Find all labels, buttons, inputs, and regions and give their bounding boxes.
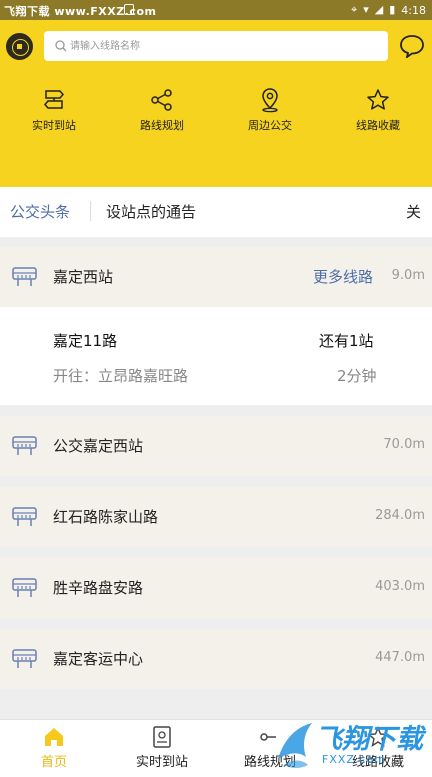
- quick-route-plan-label: 路线规划: [140, 119, 184, 132]
- station-distance: 403.0m: [375, 579, 425, 594]
- tab-home[interactable]: 首页: [0, 720, 108, 777]
- station-distance: 9.0m: [391, 268, 425, 283]
- status-bar: 飞翔下载 www.FXXZ.com ⌖ ▾ ◢ ▮ 4:18: [0, 0, 432, 20]
- chat-bubble-icon[interactable]: [399, 34, 425, 58]
- quick-actions: 实时到站 路线规划 周边公交 线路收藏: [0, 84, 432, 144]
- star-icon: [367, 89, 389, 110]
- quick-favorites[interactable]: 线路收藏: [324, 84, 432, 144]
- status-icons: ⌖ ▾ ◢ ▮ 4:18: [351, 2, 426, 18]
- bus-stop-icon: [12, 578, 37, 597]
- bus-stop-icon: [12, 507, 37, 526]
- station-name: 红石路陈家山路: [53, 508, 159, 526]
- notification-icon: [124, 4, 134, 15]
- bus-stop-icon: [12, 267, 37, 286]
- watermark-logo: 飞翔下载 FXXZ.com: [270, 715, 432, 777]
- signal-icon: ◢: [374, 3, 384, 16]
- nearest-station-row[interactable]: 嘉定西站 更多线路 9.0m: [0, 247, 432, 307]
- quick-realtime[interactable]: 实时到站: [0, 84, 108, 144]
- quick-favorites-label: 线路收藏: [356, 119, 400, 132]
- news-text[interactable]: 设站点的通告: [106, 201, 196, 222]
- bus-stop-icon: [12, 649, 37, 668]
- bus-stop-card-icon: [153, 726, 171, 748]
- news-divider: [90, 201, 91, 221]
- search-icon: [55, 40, 67, 52]
- watermark-text: 飞翔下载: [315, 724, 423, 755]
- route-share-icon: [151, 89, 172, 111]
- line-name: 嘉定11路: [53, 332, 118, 350]
- search-box[interactable]: [44, 31, 388, 61]
- signpost-icon: [44, 90, 64, 109]
- stops-remaining: 还有1站: [319, 332, 374, 350]
- more-lines-link[interactable]: 更多线路: [313, 266, 373, 287]
- tab-realtime[interactable]: 实时到站: [108, 720, 216, 777]
- station-name: 嘉定西站: [53, 268, 114, 286]
- arrival-time: 2分钟: [337, 367, 377, 385]
- station-name: 胜辛路盘安路: [53, 579, 144, 597]
- quick-nearby-label: 周边公交: [248, 119, 292, 132]
- station-distance: 447.0m: [375, 650, 425, 665]
- battery-icon: ▮: [389, 3, 396, 16]
- news-tag: 公交头条: [10, 203, 71, 221]
- station-name: 嘉定客运中心: [53, 650, 144, 668]
- quick-nearby[interactable]: 周边公交: [216, 84, 324, 144]
- bus-logo-icon[interactable]: [6, 33, 33, 60]
- wifi-icon: ▾: [363, 3, 369, 16]
- quick-route-plan[interactable]: 路线规划: [108, 84, 216, 144]
- header: 实时到站 路线规划 周边公交 线路收藏: [0, 20, 432, 187]
- search-input[interactable]: [70, 31, 380, 61]
- location-pin-icon: [262, 88, 278, 113]
- status-time: 4:18: [401, 3, 426, 17]
- station-name: 公交嘉定西站: [53, 437, 144, 455]
- home-icon: [45, 728, 63, 746]
- station-distance: 284.0m: [375, 508, 425, 523]
- line-direction: 开往：立昂路嘉旺路: [53, 367, 189, 385]
- tab-home-label: 首页: [40, 755, 67, 770]
- watermark-bird-icon: [278, 723, 312, 768]
- line-card[interactable]: 嘉定11路 还有1站 开往：立昂路嘉旺路 2分钟: [0, 307, 432, 405]
- bus-stop-icon: [12, 436, 37, 455]
- quick-realtime-label: 实时到站: [32, 119, 76, 132]
- station-row[interactable]: 胜辛路盘安路 403.0m: [0, 558, 432, 618]
- watermark-sub: FXXZ.com: [322, 753, 386, 766]
- station-row[interactable]: 嘉定客运中心 447.0m: [0, 629, 432, 689]
- station-distance: 70.0m: [383, 437, 425, 452]
- station-row[interactable]: 公交嘉定西站 70.0m: [0, 416, 432, 476]
- station-row[interactable]: 红石路陈家山路 284.0m: [0, 487, 432, 547]
- location-status-icon: ⌖: [351, 3, 358, 16]
- tab-realtime-label: 实时到站: [135, 755, 188, 770]
- news-ticker[interactable]: 公交头条 设站点的通告 关: [0, 187, 432, 237]
- news-close[interactable]: 关: [406, 201, 421, 222]
